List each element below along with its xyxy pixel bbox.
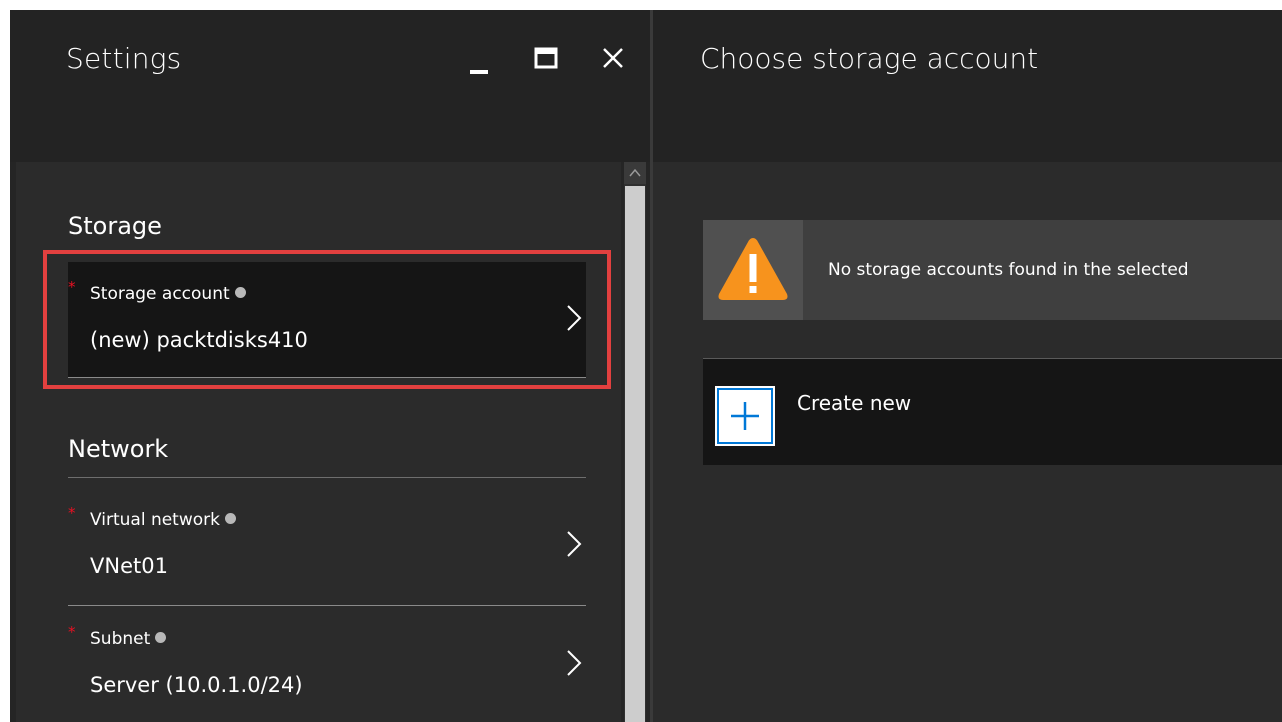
subnet-label: Subnet bbox=[90, 629, 151, 649]
virtual-network-label: Virtual network bbox=[90, 510, 220, 530]
storage-account-value: (new) packtdisks410 bbox=[90, 328, 308, 352]
portal-frame: Settings Storage * Storage account (new)… bbox=[10, 10, 1282, 722]
scroll-up-button[interactable] bbox=[624, 162, 646, 184]
field-label: Storage account bbox=[90, 284, 246, 304]
virtual-network-value: VNet01 bbox=[90, 554, 168, 578]
info-icon[interactable] bbox=[225, 513, 236, 524]
warning-text: No storage accounts found in the selecte… bbox=[828, 260, 1189, 280]
field-divider bbox=[68, 377, 586, 378]
plus-icon-box bbox=[715, 386, 775, 446]
settings-blade-header: Settings bbox=[10, 10, 650, 162]
field-label: Virtual network bbox=[90, 510, 236, 530]
create-new-label: Create new bbox=[797, 391, 912, 415]
settings-blade-title: Settings bbox=[66, 42, 182, 75]
virtual-network-field[interactable]: * Virtual network VNet01 bbox=[68, 488, 586, 606]
scrollbar[interactable] bbox=[624, 162, 646, 722]
scroll-thumb[interactable] bbox=[625, 186, 645, 722]
field-label: Subnet bbox=[90, 629, 167, 649]
required-marker: * bbox=[68, 623, 76, 641]
required-marker: * bbox=[68, 504, 76, 522]
subnet-value: Server (10.0.1.0/24) bbox=[90, 673, 303, 697]
create-new-button[interactable]: Create new bbox=[703, 359, 1282, 465]
storage-account-field[interactable]: * Storage account (new) packtdisks410 bbox=[68, 262, 586, 378]
chevron-right-icon bbox=[567, 650, 582, 676]
plus-icon bbox=[717, 388, 773, 444]
section-divider bbox=[68, 477, 586, 478]
minimize-icon bbox=[470, 70, 488, 74]
close-icon bbox=[603, 48, 623, 68]
field-divider bbox=[68, 605, 586, 606]
maximize-button[interactable] bbox=[528, 36, 568, 80]
chevron-right-icon bbox=[567, 531, 582, 557]
choose-storage-header: Choose storage account bbox=[653, 10, 1282, 162]
warning-banner: No storage accounts found in the selecte… bbox=[703, 220, 1282, 320]
section-heading-network: Network bbox=[68, 435, 169, 463]
chevron-right-icon bbox=[567, 305, 582, 331]
required-marker: * bbox=[68, 278, 76, 296]
choose-storage-blade: Choose storage account No storage accoun… bbox=[653, 10, 1282, 722]
storage-account-label: Storage account bbox=[90, 284, 230, 304]
info-icon[interactable] bbox=[234, 287, 246, 298]
info-icon[interactable] bbox=[155, 632, 167, 643]
section-heading-storage: Storage bbox=[68, 212, 162, 240]
scroll-up-icon bbox=[629, 168, 641, 177]
choose-storage-title: Choose storage account bbox=[700, 42, 1039, 75]
minimize-button[interactable] bbox=[462, 36, 502, 80]
close-button[interactable] bbox=[600, 36, 640, 80]
settings-blade: Settings Storage * Storage account (new)… bbox=[10, 10, 650, 722]
warning-icon bbox=[718, 238, 788, 300]
warning-icon-box bbox=[703, 220, 803, 320]
maximize-icon bbox=[534, 47, 558, 69]
subnet-field[interactable]: * Subnet Server (10.0.1.0/24) bbox=[68, 607, 586, 722]
